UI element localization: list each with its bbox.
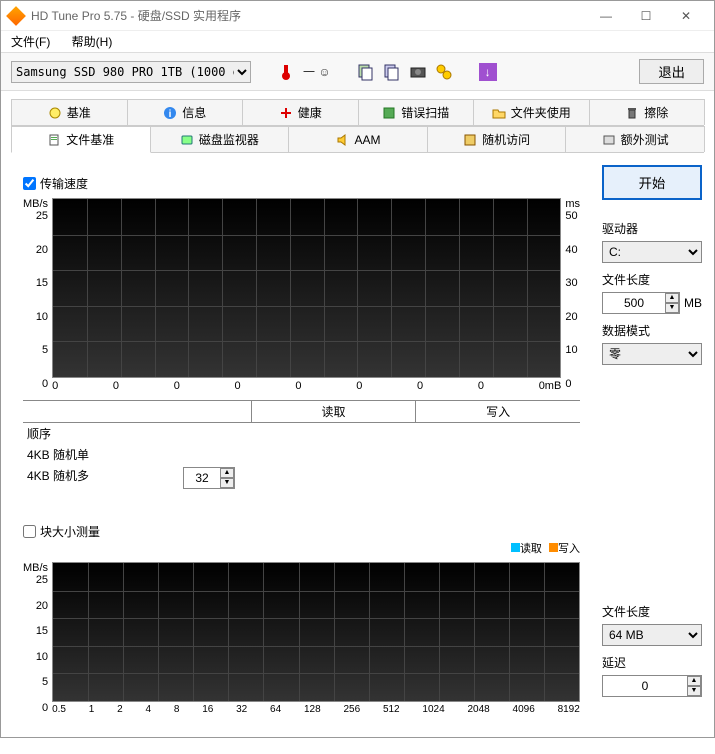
tab-info[interactable]: i 信息 [127, 99, 244, 125]
y-axis-ticks: 2520151050 [23, 574, 52, 714]
row-4kb-single: 4KB 随机单 [23, 446, 163, 463]
tab-diskmonitor[interactable]: 磁盘监视器 [150, 126, 290, 152]
tab-label: 信息 [182, 104, 206, 121]
drive-select[interactable]: C: [602, 241, 702, 263]
tab-file-benchmark[interactable]: 文件基准 [11, 126, 151, 153]
y-axis-label: MB/s [23, 562, 52, 574]
datamode-label: 数据模式 [602, 322, 702, 339]
filelen2-select[interactable]: 64 MB [602, 624, 702, 646]
save-icon[interactable]: ↓ [479, 63, 497, 81]
menu-help[interactable]: 帮助(H) [72, 35, 113, 49]
row-sequential: 顺序 [23, 425, 163, 442]
menu-file[interactable]: 文件(F) [11, 35, 50, 49]
start-button[interactable]: 开始 [602, 165, 702, 200]
tab-health[interactable]: 健康 [242, 99, 359, 125]
transfer-chart [52, 198, 561, 378]
tab-label: AAM [354, 133, 380, 147]
tab-aam[interactable]: AAM [288, 126, 428, 152]
tab-label: 擦除 [644, 104, 668, 121]
y-axis-left-ticks: 2520151050 [23, 210, 52, 390]
menu-bar: 文件(F) 帮助(H) [1, 31, 714, 52]
tab-label: 额外测试 [621, 131, 669, 148]
tab-label: 健康 [298, 104, 322, 121]
device-select[interactable]: Samsung SSD 980 PRO 1TB (1000 gB) [11, 61, 251, 83]
delay-label: 延迟 [602, 654, 702, 671]
tab-randomaccess[interactable]: 随机访问 [427, 126, 567, 152]
datamode-select[interactable]: 零 [602, 343, 702, 365]
filelen-unit: MB [684, 296, 702, 310]
y-axis-left-label: MB/s [23, 198, 52, 210]
threads-spinner[interactable]: ▲▼ [183, 467, 235, 489]
row-4kb-multi: 4KB 随机多 [23, 467, 163, 489]
window-title: HD Tune Pro 5.75 - 硬盘/SSD 实用程序 [31, 7, 586, 24]
tab-label: 错误扫描 [401, 104, 449, 121]
blocksize-chart [52, 562, 580, 702]
screenshot-icon[interactable] [409, 63, 427, 81]
legend-write-swatch [549, 543, 558, 552]
legend-read-swatch [511, 543, 520, 552]
filelen-spinner[interactable]: ▲▼ [602, 292, 680, 314]
copy-chart-icon[interactable] [383, 63, 401, 81]
transfer-speed-checkbox[interactable]: 传输速度 [23, 175, 580, 192]
x-axis-ticks: 0.512481632641282565121024204840968192 [52, 704, 580, 715]
tab-extra[interactable]: 额外测试 [565, 126, 705, 152]
drive-label: 驱动器 [602, 220, 702, 237]
exit-button[interactable]: 退出 [639, 59, 704, 84]
tab-label: 文件基准 [66, 131, 114, 148]
settings-icon[interactable] [435, 63, 453, 81]
copy-text-icon[interactable] [357, 63, 375, 81]
x-axis-ticks: 000000000mB [52, 380, 561, 392]
tab-label: 文件夹使用 [511, 104, 571, 121]
chart2-legend: 读取 写入 [23, 540, 580, 556]
read-column-header: 读取 [251, 401, 416, 422]
blocksize-checkbox[interactable]: 块大小测量 [23, 523, 580, 540]
filelen-label: 文件长度 [602, 271, 702, 288]
maximize-button[interactable]: ☐ [626, 2, 666, 30]
temp-readout: 一 ☺ [303, 63, 331, 80]
checkbox-label: 块大小测量 [40, 523, 100, 540]
svg-text:i: i [169, 109, 172, 120]
tab-label: 随机访问 [482, 131, 530, 148]
results-table: 读取 写入 顺序 4KB 随机单 4KB 随机多 ▲▼ [23, 400, 580, 491]
checkbox-label: 传输速度 [40, 175, 88, 192]
close-button[interactable]: ✕ [666, 2, 706, 30]
minimize-button[interactable]: — [586, 2, 626, 30]
thermometer-icon [277, 63, 295, 81]
tab-benchmark[interactable]: 基准 [11, 99, 128, 125]
tab-folderusage[interactable]: 文件夹使用 [473, 99, 590, 125]
tab-errorscan[interactable]: 错误扫描 [358, 99, 475, 125]
delay-spinner[interactable]: ▲▼ [602, 675, 702, 697]
y-axis-right-ticks: 50403020100 [561, 210, 580, 390]
tab-erase[interactable]: 擦除 [589, 99, 706, 125]
y-axis-right-label: ms [561, 198, 580, 210]
filelen2-label: 文件长度 [602, 603, 702, 620]
app-logo-icon [6, 6, 26, 26]
tab-label: 磁盘监视器 [199, 131, 259, 148]
write-column-header: 写入 [415, 401, 580, 422]
tab-label: 基准 [67, 104, 91, 121]
